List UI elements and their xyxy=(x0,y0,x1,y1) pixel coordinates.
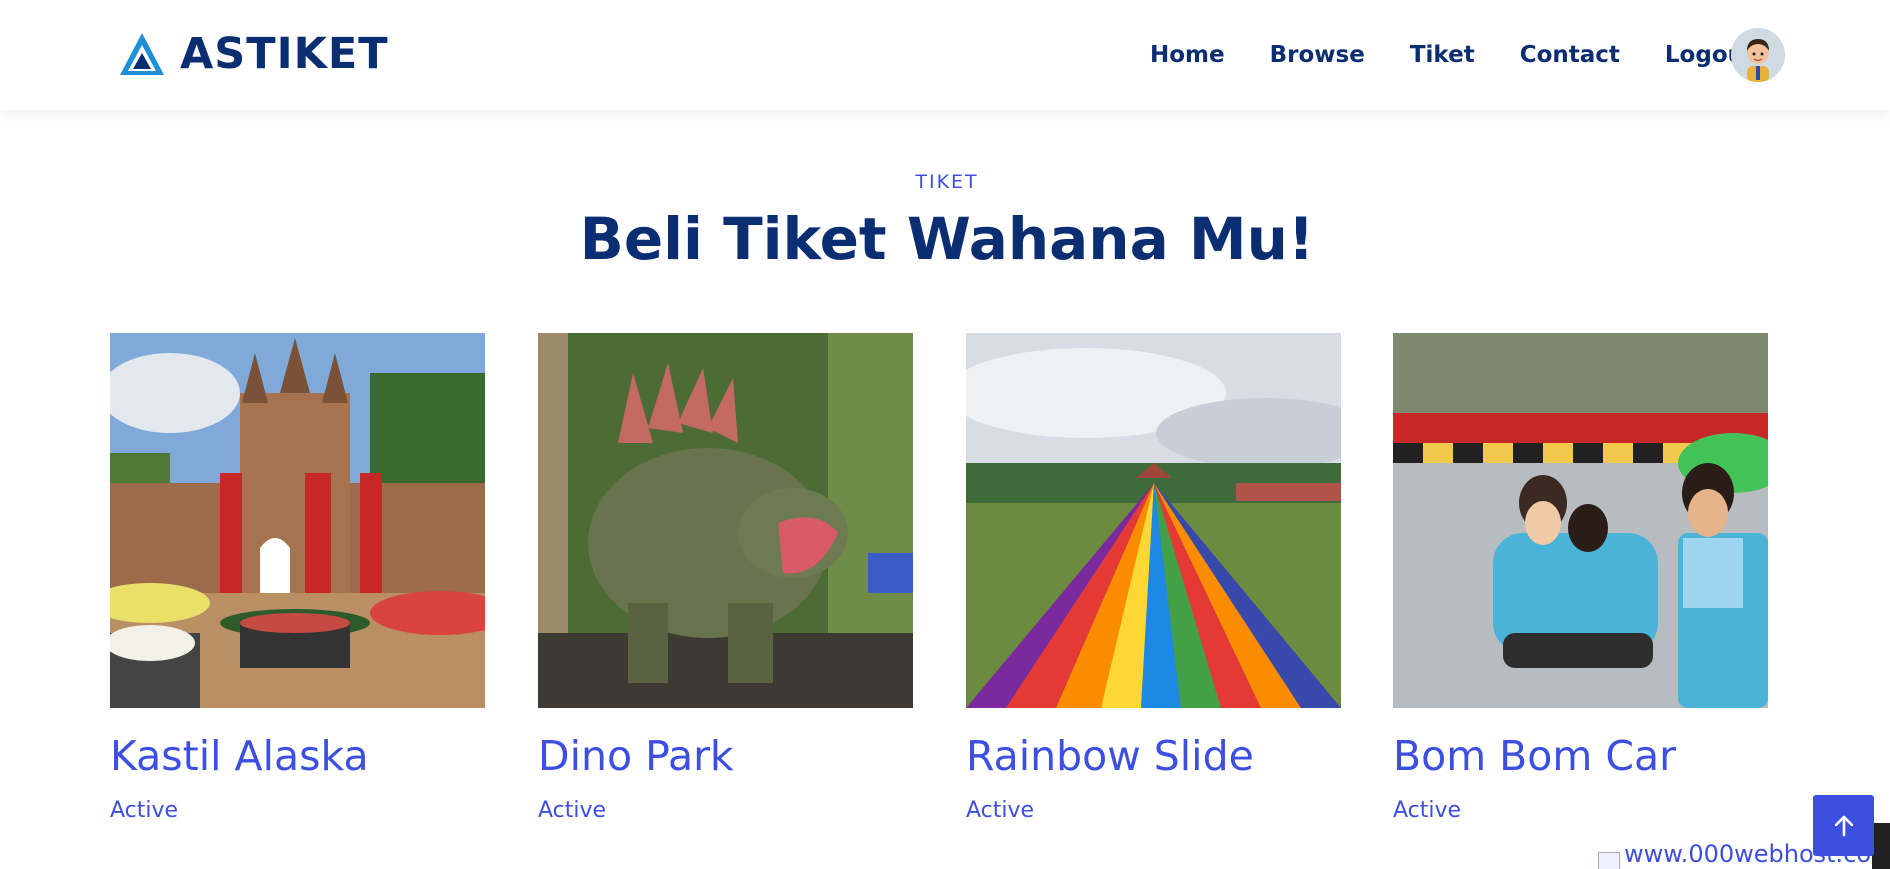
nav-tiket[interactable]: Tiket xyxy=(1410,36,1475,74)
nav-browse[interactable]: Browse xyxy=(1270,36,1365,74)
status-badge: Active xyxy=(966,798,1035,823)
card-title[interactable]: Rainbow Slide xyxy=(966,732,1341,780)
ticket-card[interactable]: Kastil Alaska Active xyxy=(110,333,485,823)
card-title[interactable]: Bom Bom Car xyxy=(1393,732,1768,780)
status-badge: Active xyxy=(1393,798,1462,823)
ticket-card[interactable]: Dino Park Active xyxy=(538,333,913,823)
broken-image-icon xyxy=(1598,852,1620,869)
ticket-card[interactable]: Rainbow Slide Active xyxy=(966,333,1341,823)
page-title: Beli Tiket Wahana Mu! xyxy=(579,205,1315,273)
ticket-card[interactable]: Bom Bom Car Active xyxy=(1393,333,1768,823)
card-image-dinosaur[interactable] xyxy=(538,333,913,708)
brand-name: ASTIKET xyxy=(180,29,389,79)
card-image-rainbow-slide[interactable] xyxy=(966,333,1341,708)
user-avatar[interactable] xyxy=(1731,28,1785,82)
card-image-bumper-car[interactable] xyxy=(1393,333,1768,708)
nav-contact[interactable]: Contact xyxy=(1520,36,1620,74)
arrow-up-icon xyxy=(1834,815,1853,836)
status-badge: Active xyxy=(110,798,179,823)
card-title[interactable]: Kastil Alaska xyxy=(110,732,485,780)
nav-home[interactable]: Home xyxy=(1150,36,1225,74)
section-label: TIKET xyxy=(915,171,979,193)
main-nav: Home Browse Tiket Contact Logout xyxy=(1150,36,1755,74)
site-header: ASTIKET Home Browse Tiket Contact Logout xyxy=(0,0,1890,110)
logo-mark-icon xyxy=(120,33,164,75)
brand-logo[interactable]: ASTIKET xyxy=(118,29,389,79)
card-image-castle[interactable] xyxy=(110,333,485,708)
card-title[interactable]: Dino Park xyxy=(538,732,913,780)
host-corner-tab[interactable] xyxy=(1872,823,1890,869)
avatar-icon xyxy=(1731,28,1785,82)
status-badge: Active xyxy=(538,798,607,823)
back-to-top-button[interactable] xyxy=(1813,795,1874,856)
